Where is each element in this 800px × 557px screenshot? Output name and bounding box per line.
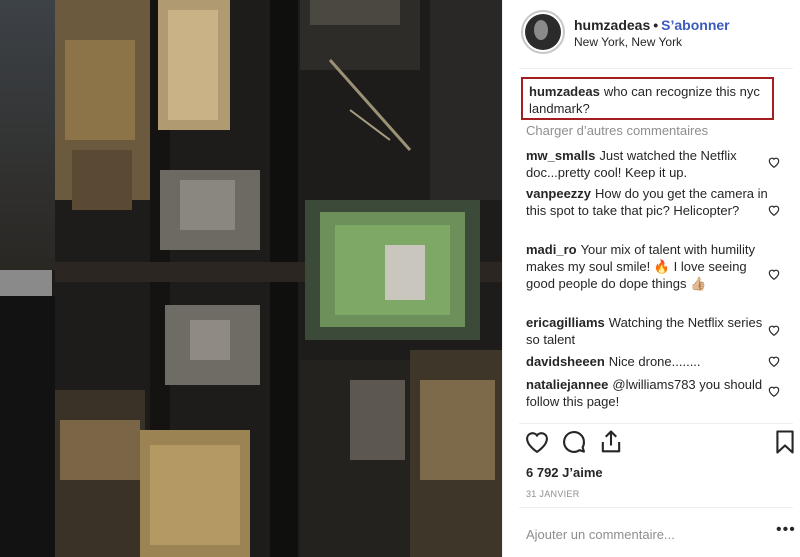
comment-item: nataliejannee @lwilliams783 you should fo…	[526, 376, 774, 410]
ellipsis-icon[interactable]: •••	[776, 522, 795, 538]
actions-divider	[519, 423, 793, 424]
comment-item: davidsheeen Nice drone........	[526, 353, 774, 370]
heart-small-icon[interactable]	[767, 354, 781, 368]
heart-small-icon[interactable]	[767, 155, 781, 169]
comment-username[interactable]: vanpeezzy	[526, 186, 591, 201]
location-link[interactable]: New York, New York	[574, 35, 682, 49]
post-actions	[503, 428, 800, 464]
add-comment-input[interactable]: Ajouter un commentaire...	[526, 527, 675, 542]
comment-item: mw_smalls Just watched the Netflix doc...…	[526, 147, 774, 181]
comment-username[interactable]: davidsheeen	[526, 354, 605, 369]
comment-item: vanpeezzy How do you get the camera in th…	[526, 185, 774, 219]
header-username-row: humzadeas • S’abonner	[574, 17, 730, 33]
heart-small-icon[interactable]	[767, 267, 781, 281]
heart-outline-icon	[526, 432, 548, 454]
load-more-comments-button[interactable]: Charger d’autres commentaires	[526, 123, 708, 138]
like-button[interactable]	[523, 428, 551, 456]
header-divider	[519, 68, 793, 69]
post-side-panel: humzadeas • S’abonner New York, New York h…	[502, 0, 800, 557]
comment-button[interactable]	[560, 428, 588, 456]
avatar[interactable]	[521, 10, 565, 54]
caption-username[interactable]: humzadeas	[529, 84, 600, 99]
post-date: 31 JANVIER	[526, 489, 580, 499]
post-header: humzadeas • S’abonner New York, New York	[503, 0, 800, 62]
speech-bubble-icon	[563, 431, 585, 453]
comments-list[interactable]: mw_smalls Just watched the Netflix doc...…	[503, 147, 800, 423]
comment-username[interactable]: ericagilliams	[526, 315, 605, 330]
share-arrow-icon	[601, 430, 621, 453]
heart-small-icon[interactable]	[767, 323, 781, 337]
share-button[interactable]	[597, 428, 625, 456]
comment-text: Nice drone........	[608, 354, 701, 369]
likes-count[interactable]: 6 792 J’aime	[526, 465, 603, 480]
comment-input-divider	[519, 507, 793, 508]
comment-item: madi_ro Your mix of talent with humility …	[526, 241, 774, 292]
aerial-city-image	[0, 0, 502, 557]
heart-small-icon[interactable]	[767, 203, 781, 217]
comment-username[interactable]: mw_smalls	[526, 148, 595, 163]
bookmark-icon	[776, 430, 794, 454]
comment-username[interactable]: nataliejannee	[526, 377, 608, 392]
comment-username[interactable]: madi_ro	[526, 242, 577, 257]
post-photo[interactable]	[0, 0, 502, 557]
header-username[interactable]: humzadeas	[574, 17, 650, 33]
post-caption: humzadeas who can recognize this nyc land…	[521, 77, 774, 120]
heart-small-icon[interactable]	[767, 384, 781, 398]
comment-item: ericagilliams Watching the Netflix series…	[526, 314, 774, 348]
follow-separator: •	[653, 17, 659, 33]
save-button[interactable]	[771, 428, 799, 456]
follow-button[interactable]: S’abonner	[661, 17, 729, 33]
